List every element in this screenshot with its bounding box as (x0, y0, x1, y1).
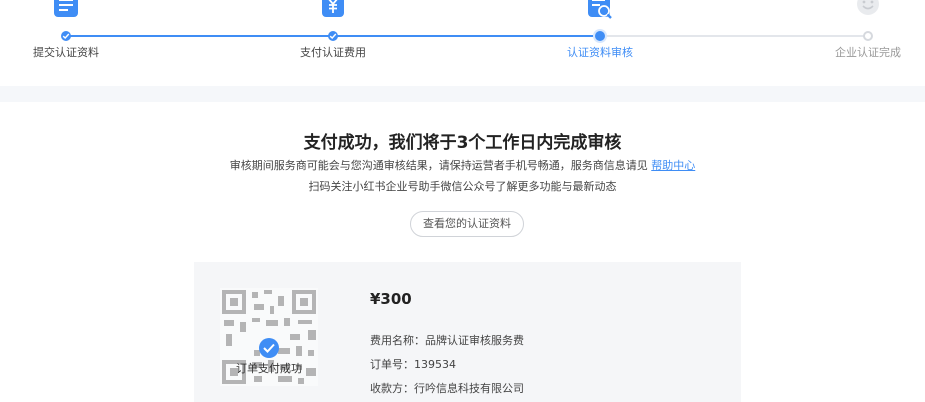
step-label: 提交认证资料 (33, 46, 99, 59)
step-label: 企业认证完成 (835, 46, 901, 59)
view-materials-button[interactable]: 查看您的认证资料 (410, 211, 524, 237)
step-dot-done (328, 31, 338, 41)
check-icon (62, 33, 70, 39)
document-search-icon (588, 0, 612, 19)
follow-notice: 扫码关注小红书企业号助手微信公众号了解更多功能与最新动态 (308, 180, 617, 193)
check-icon (329, 33, 337, 39)
fee-name: 费用名称：品牌认证审核服务费 (370, 334, 524, 347)
stepper-track-pending (600, 35, 868, 37)
step-dot-active (595, 31, 605, 41)
check-circle-icon (259, 338, 279, 358)
payment-status-label: 订单支付成功 (236, 362, 302, 375)
order-amount: ¥300 (370, 290, 412, 308)
step-label: 认证资料审核 (567, 46, 633, 59)
step-label: 支付认证费用 (300, 46, 366, 59)
check-icon (263, 343, 275, 353)
step-dot-done (61, 31, 71, 41)
help-center-link[interactable]: 帮助中心 (651, 159, 695, 172)
review-notice: 审核期间服务商可能会与您沟通审核结果，请保持运营者手机号畅通，服务商信息请见 帮… (0, 157, 925, 173)
page-title: 支付成功，我们将于3个工作日内完成审核 (303, 133, 622, 153)
order-number: 订单号：139534 (370, 358, 456, 371)
payee: 收款方：行吟信息科技有限公司 (370, 382, 524, 395)
section-divider (0, 86, 925, 102)
progress-stepper: 提交认证资料 支付认证费用 认证资料审核 企业认证完成 (0, 0, 925, 86)
smile-icon (857, 0, 879, 15)
yen-bill-icon (322, 0, 344, 17)
payment-success-panel: 支付成功，我们将于3个工作日内完成审核 审核期间服务商可能会与您沟通审核结果，请… (0, 102, 925, 402)
review-notice-text: 审核期间服务商可能会与您沟通审核结果，请保持运营者手机号畅通，服务商信息请见 (229, 159, 648, 172)
document-icon (54, 0, 78, 17)
step-dot-pending (863, 31, 873, 41)
order-card: 订单支付成功 ¥300 费用名称：品牌认证审核服务费 订单号：139534 收款… (194, 262, 741, 402)
